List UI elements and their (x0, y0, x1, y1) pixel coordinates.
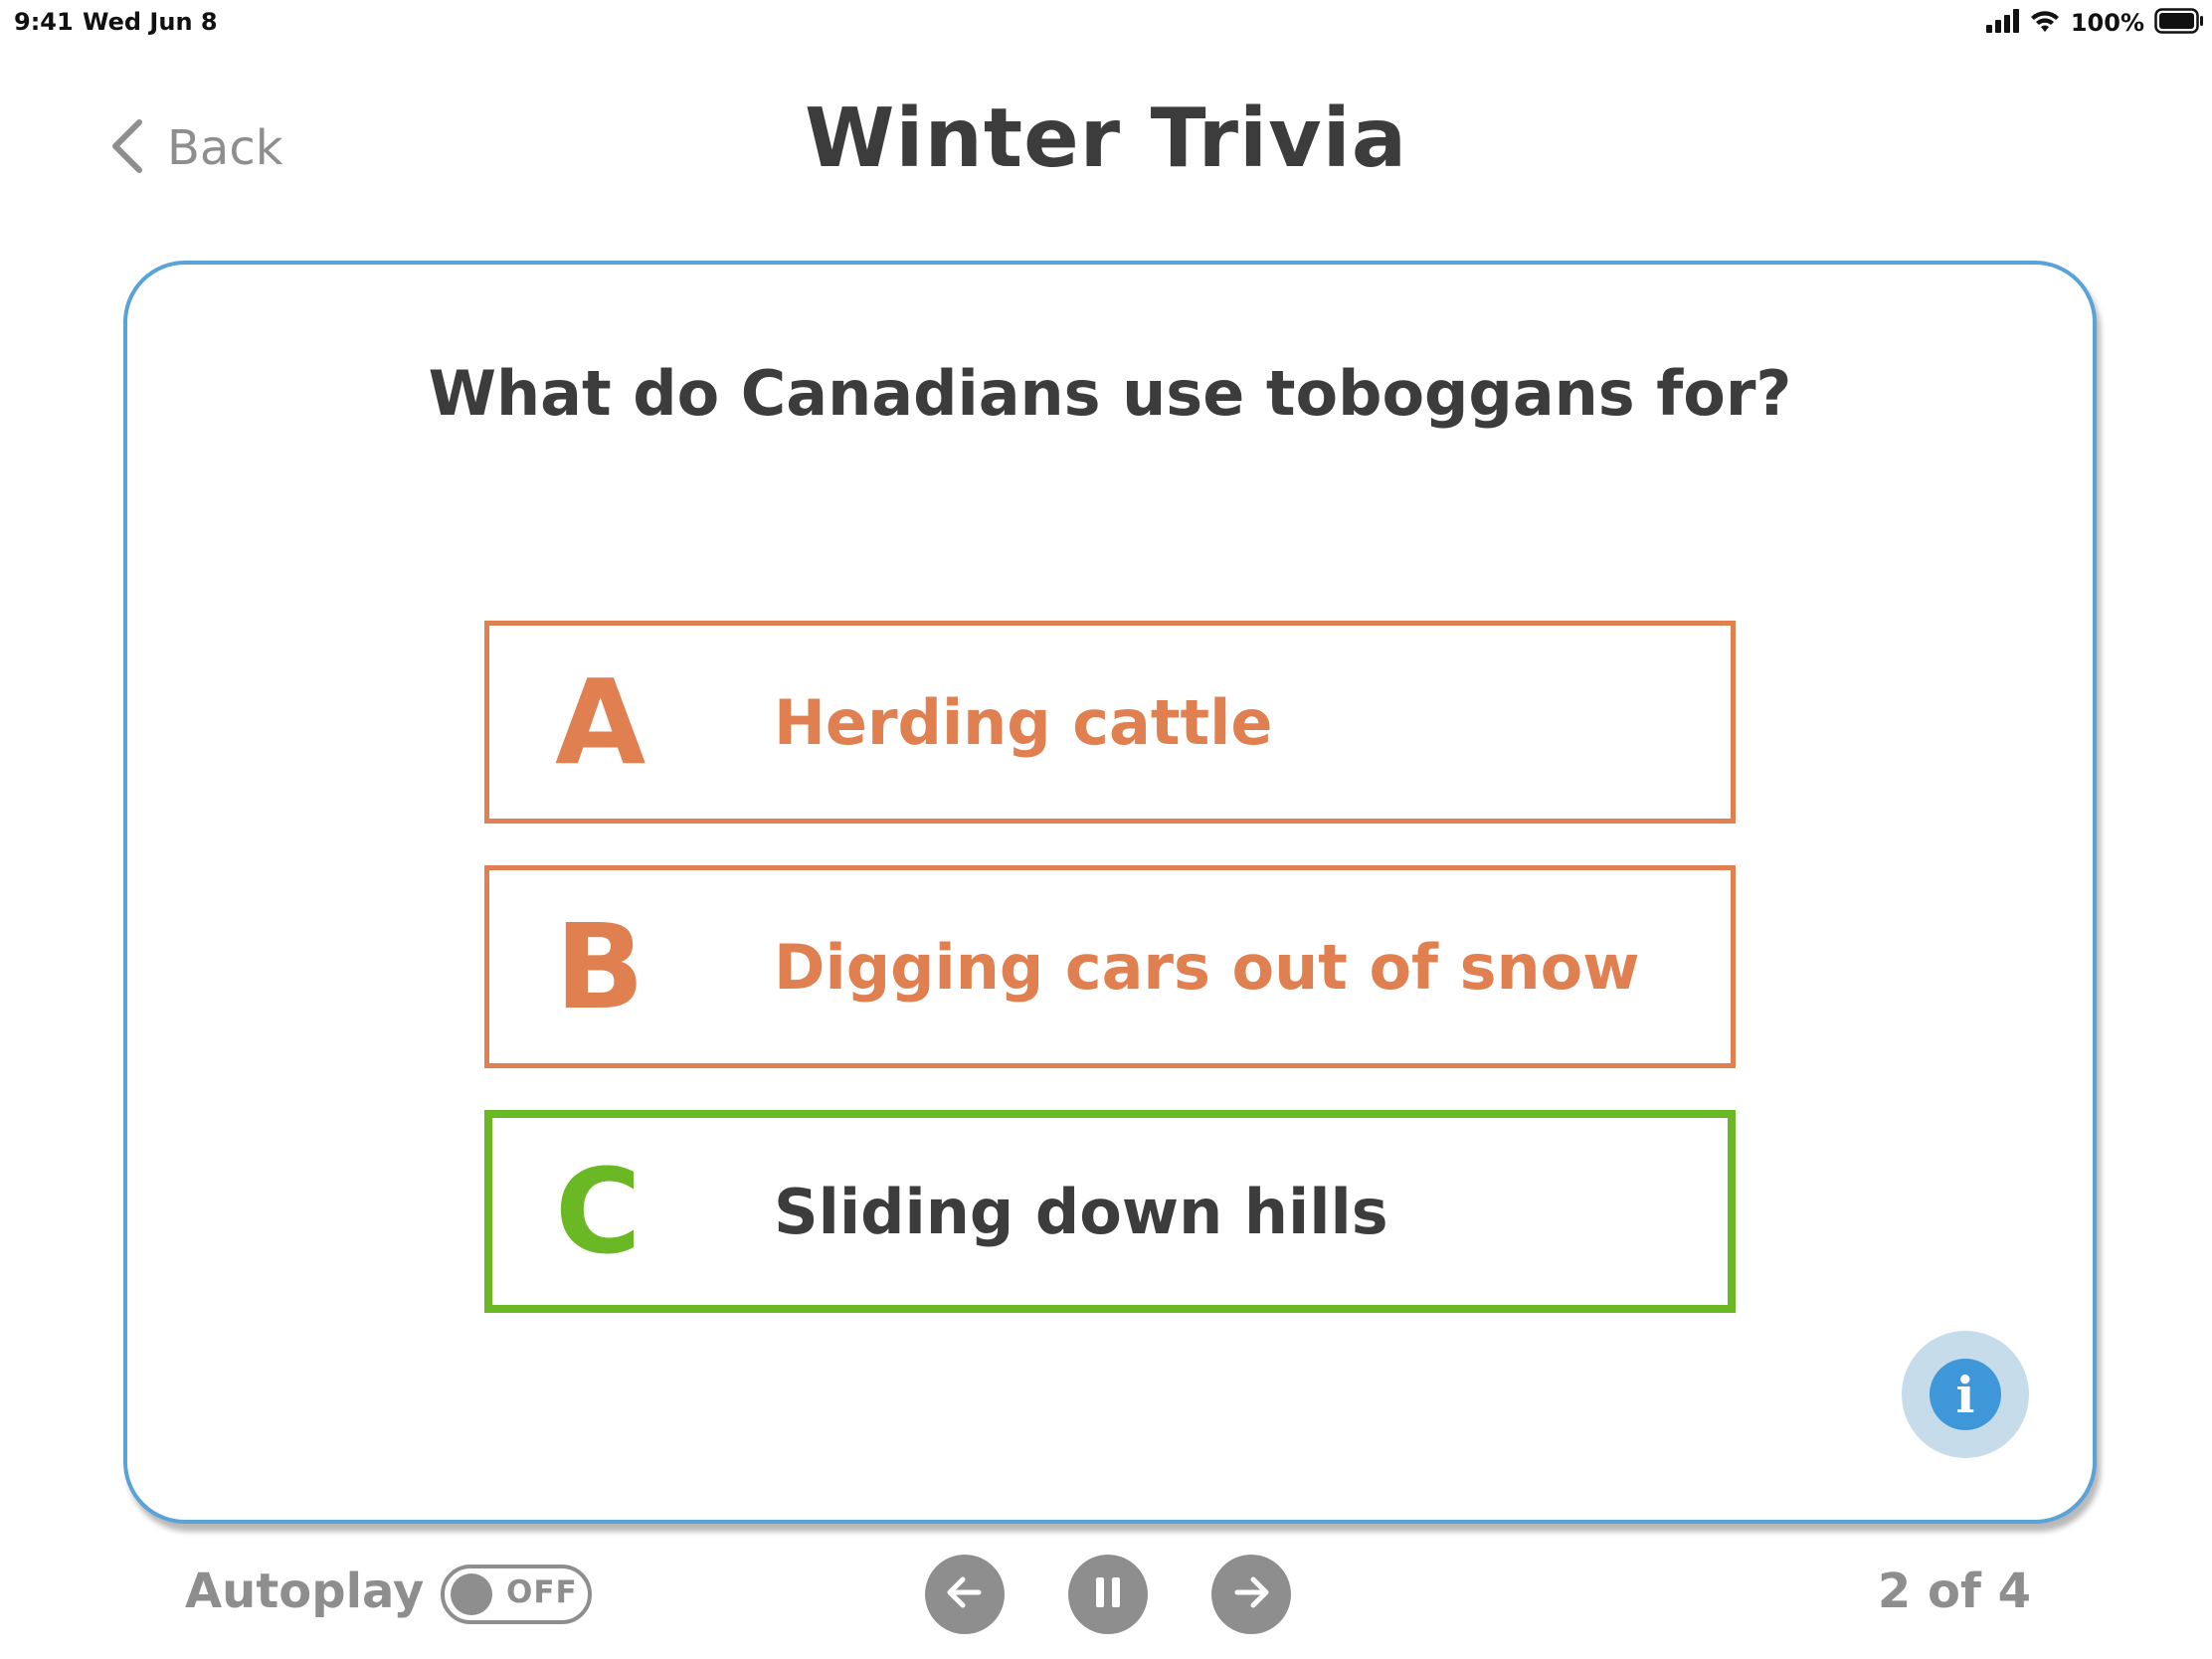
pause-icon (1092, 1574, 1124, 1614)
answer-letter: C (555, 1143, 642, 1280)
page-indicator: 2 of 4 (1877, 1564, 2031, 1619)
quiz-card: What do Canadians use toboggans for? A H… (123, 261, 2097, 1524)
battery-percentage: 100% (2070, 9, 2144, 37)
answer-letter: B (555, 898, 645, 1035)
answer-text: Herding cattle (774, 685, 1273, 759)
question-text: What do Canadians use toboggans for? (428, 357, 1792, 430)
cellular-signal-icon (1985, 9, 2019, 37)
previous-button[interactable] (925, 1555, 1005, 1634)
status-time: 9:41 (14, 8, 74, 36)
status-indicators: 100% (1985, 6, 2204, 40)
wifi-icon (2029, 9, 2061, 37)
autoplay-toggle[interactable]: OFF (441, 1565, 592, 1624)
autoplay-label: Autoplay (185, 1564, 425, 1619)
answer-text: Digging cars out of snow (774, 930, 1640, 1004)
battery-icon (2154, 8, 2204, 38)
answer-option-b[interactable]: B Digging cars out of snow (484, 865, 1736, 1068)
answer-option-a[interactable]: A Herding cattle (484, 621, 1736, 824)
info-button[interactable]: i (1902, 1331, 2029, 1458)
arrow-left-icon (945, 1574, 985, 1614)
answer-letter: A (555, 653, 646, 791)
status-date: Wed Jun 8 (83, 8, 218, 36)
page-title: Winter Trivia (804, 92, 1408, 186)
answer-text: Sliding down hills (774, 1175, 1388, 1248)
status-bar: 9:41 Wed Jun 8 100% (0, 0, 2212, 48)
answer-option-c[interactable]: C Sliding down hills (484, 1110, 1736, 1313)
pause-button[interactable] (1068, 1555, 1148, 1634)
next-button[interactable] (1211, 1555, 1291, 1634)
arrow-right-icon (1231, 1574, 1271, 1614)
info-icon: i (1930, 1359, 2001, 1430)
toggle-knob (451, 1573, 492, 1615)
toggle-state-label: OFF (506, 1574, 578, 1610)
